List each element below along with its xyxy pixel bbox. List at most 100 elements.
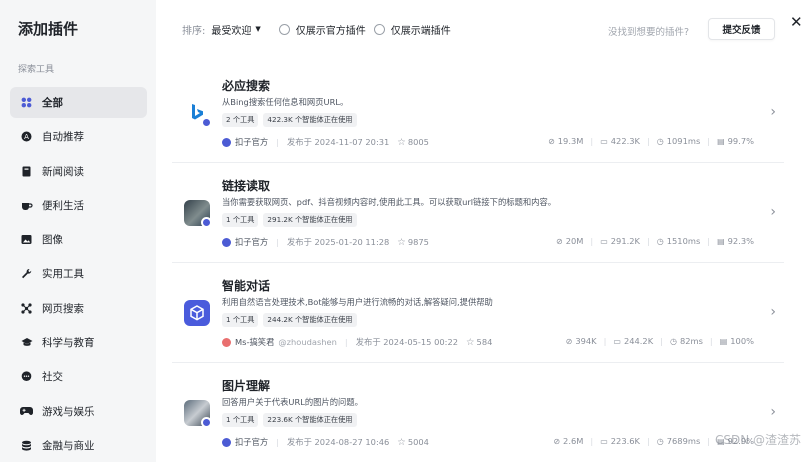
plugin-meta: 扣子官方 | 发布于 2025-01-20 11:28 ☆ 9875 <box>222 236 429 248</box>
grid-icon <box>20 96 33 109</box>
stat-calls: 394K <box>575 336 597 346</box>
author-avatar-icon <box>222 437 231 447</box>
publish-date: 发布于 2024-08-27 10:46 <box>287 437 390 447</box>
stat-calls: 19.3M <box>557 136 584 146</box>
graduation-cap-icon <box>20 336 33 349</box>
submit-feedback-button[interactable]: 提交反馈 <box>708 18 775 40</box>
filter-client-radio[interactable]: 仅展示端插件 <box>373 22 451 37</box>
radio-circle[interactable] <box>278 23 290 35</box>
coffee-icon <box>20 199 33 212</box>
chat-bubble-icon <box>20 370 33 383</box>
calls-icon: ⊘ <box>553 436 561 446</box>
bots-icon: ▭ <box>600 436 608 446</box>
cube-logo-icon <box>184 300 210 326</box>
star-icon: ☆ <box>397 136 406 148</box>
caret-down-icon: ▼ <box>255 25 261 33</box>
plugin-tags: 2 个工具 422.3K 个智能体正在使用 <box>222 113 362 127</box>
success-rate-icon: ▤ <box>717 236 725 246</box>
sidebar-item-games[interactable]: 游戏与娱乐 <box>10 396 147 427</box>
tool-count-tag: 1 个工具 <box>222 313 259 327</box>
plugin-stats: ⊘ 19.3M | ▭ 422.3K | ◷ 1091ms | ▤ 99.7% <box>548 136 754 146</box>
sparkle-circle-icon: A <box>20 130 33 143</box>
stat-calls: 2.6M <box>563 436 584 446</box>
star-count: 584 <box>476 337 493 347</box>
filter-client-label: 仅展示端插件 <box>390 25 451 37</box>
sidebar-item-image[interactable]: 图像 <box>10 224 147 255</box>
plugin-description: 利用自然语言处理技术,Bot能够与用户进行流畅的对话,解答疑问,提供帮助 <box>222 297 493 307</box>
gamepad-icon <box>20 405 33 418</box>
sidebar-item-label: 自动推荐 <box>42 131 84 144</box>
sidebar-item-utility[interactable]: 实用工具 <box>10 258 147 289</box>
sidebar-section-label: 探索工具 <box>18 65 55 75</box>
network-icon <box>20 302 33 315</box>
sidebar-item-label: 游戏与娱乐 <box>42 405 95 418</box>
filter-official-label: 仅展示官方插件 <box>295 25 366 37</box>
verified-badge-icon <box>201 217 212 228</box>
filter-official-radio[interactable]: 仅展示官方插件 <box>278 22 366 37</box>
plugin-description: 当你需要获取网页、pdf、抖音视频内容时,使用此工具。可以获取url链接下的标题… <box>222 197 557 207</box>
star-count: 5004 <box>407 437 429 447</box>
plugin-name: 图片理解 <box>222 379 271 393</box>
plugin-card[interactable]: 必应搜索 从Bing搜索任何信息和网页URL。 2 个工具 422.3K 个智能… <box>172 64 784 163</box>
plugin-list-panel: 排序: 最受欢迎 ▼ 仅展示官方插件 仅展示端插件 没找到想要的插件? 提交反馈… <box>156 0 811 462</box>
calls-icon: ⊘ <box>555 236 563 246</box>
stat-success: 100% <box>730 336 754 346</box>
sidebar-item-label: 科学与教育 <box>42 337 95 350</box>
image-icon <box>20 233 33 246</box>
sidebar: 添加插件 探索工具 全部 A 自动推荐 新闻阅读 便利生活 图像 实用工具 网页… <box>0 0 156 462</box>
usage-count-tag: 291.2K 个智能体正在使用 <box>263 213 357 227</box>
sidebar-item-life[interactable]: 便利生活 <box>10 190 147 221</box>
close-icon[interactable]: ✕ <box>790 15 803 30</box>
author-avatar-icon <box>222 237 231 247</box>
sidebar-item-web-search[interactable]: 网页搜索 <box>10 293 147 324</box>
clock-icon: ◷ <box>656 436 664 446</box>
success-rate-icon: ▤ <box>717 136 725 146</box>
clock-icon: ◷ <box>656 236 664 246</box>
chevron-right-icon[interactable]: › <box>770 204 776 220</box>
chevron-right-icon[interactable]: › <box>770 404 776 420</box>
plugin-card[interactable]: 链接读取 当你需要获取网页、pdf、抖音视频内容时,使用此工具。可以获取url链… <box>172 164 784 263</box>
sidebar-item-social[interactable]: 社交 <box>10 361 147 392</box>
sidebar-item-news[interactable]: 新闻阅读 <box>10 156 147 187</box>
svg-text:A: A <box>24 133 29 141</box>
watermark: CSDN @渣渣苏 <box>714 433 801 447</box>
sort-value: 最受欢迎 <box>211 25 252 37</box>
chevron-right-icon[interactable]: › <box>770 304 776 320</box>
radio-circle[interactable] <box>373 23 385 35</box>
sidebar-item-science[interactable]: 科学与教育 <box>10 327 147 358</box>
author-name[interactable]: Ms-搞笑君 <box>235 336 274 348</box>
sidebar-item-all[interactable]: 全部 <box>10 87 147 118</box>
sidebar-category-list: 全部 A 自动推荐 新闻阅读 便利生活 图像 实用工具 网页搜索 科学与教育 社… <box>10 87 147 462</box>
stat-bots: 291.2K <box>610 236 640 246</box>
stat-latency: 1510ms <box>666 236 701 246</box>
plugin-card[interactable]: 智能对话 利用自然语言处理技术,Bot能够与用户进行流畅的对话,解答疑问,提供帮… <box>172 264 784 363</box>
sort-dropdown[interactable]: 最受欢迎 ▼ <box>211 22 260 37</box>
tool-count-tag: 2 个工具 <box>222 113 259 127</box>
plugin-stats: ⊘ 394K | ▭ 244.2K | ◷ 82ms | ▤ 100% <box>565 336 754 346</box>
bots-icon: ▭ <box>600 136 608 146</box>
sidebar-item-label: 网页搜索 <box>42 302 84 315</box>
sidebar-item-finance[interactable]: 金融与商业 <box>10 430 147 461</box>
plugin-meta: 扣子官方 | 发布于 2024-11-07 20:31 ☆ 8005 <box>222 136 429 148</box>
bots-icon: ▭ <box>600 236 608 246</box>
author-name[interactable]: 扣子官方 <box>235 236 268 248</box>
sidebar-item-label: 金融与商业 <box>42 439 95 452</box>
coins-icon <box>20 439 33 452</box>
usage-count-tag: 422.3K 个智能体正在使用 <box>263 113 357 127</box>
author-name[interactable]: 扣子官方 <box>235 136 268 148</box>
plugin-name: 必应搜索 <box>222 79 271 93</box>
plugin-card[interactable]: 图片理解 回答用户关于代表URL的图片的问题。 1 个工具 223.6K 个智能… <box>172 364 784 462</box>
stat-success: 92.3% <box>727 236 754 246</box>
sidebar-item-label: 实用工具 <box>42 268 84 281</box>
sidebar-item-auto-recommend[interactable]: A 自动推荐 <box>10 121 147 152</box>
author-name[interactable]: 扣子官方 <box>235 436 268 448</box>
plugin-meta: 扣子官方 | 发布于 2024-08-27 10:46 ☆ 5004 <box>222 436 429 448</box>
publish-date: 发布于 2024-11-07 20:31 <box>287 137 390 147</box>
tool-count-tag: 1 个工具 <box>222 413 259 427</box>
chevron-right-icon[interactable]: › <box>770 104 776 120</box>
calls-icon: ⊘ <box>548 136 555 146</box>
sidebar-item-label: 社交 <box>42 371 63 384</box>
publish-date: 发布于 2024-05-15 00:22 <box>355 337 459 347</box>
stat-bots: 422.3K <box>610 136 640 146</box>
stat-bots: 223.6K <box>610 436 640 446</box>
